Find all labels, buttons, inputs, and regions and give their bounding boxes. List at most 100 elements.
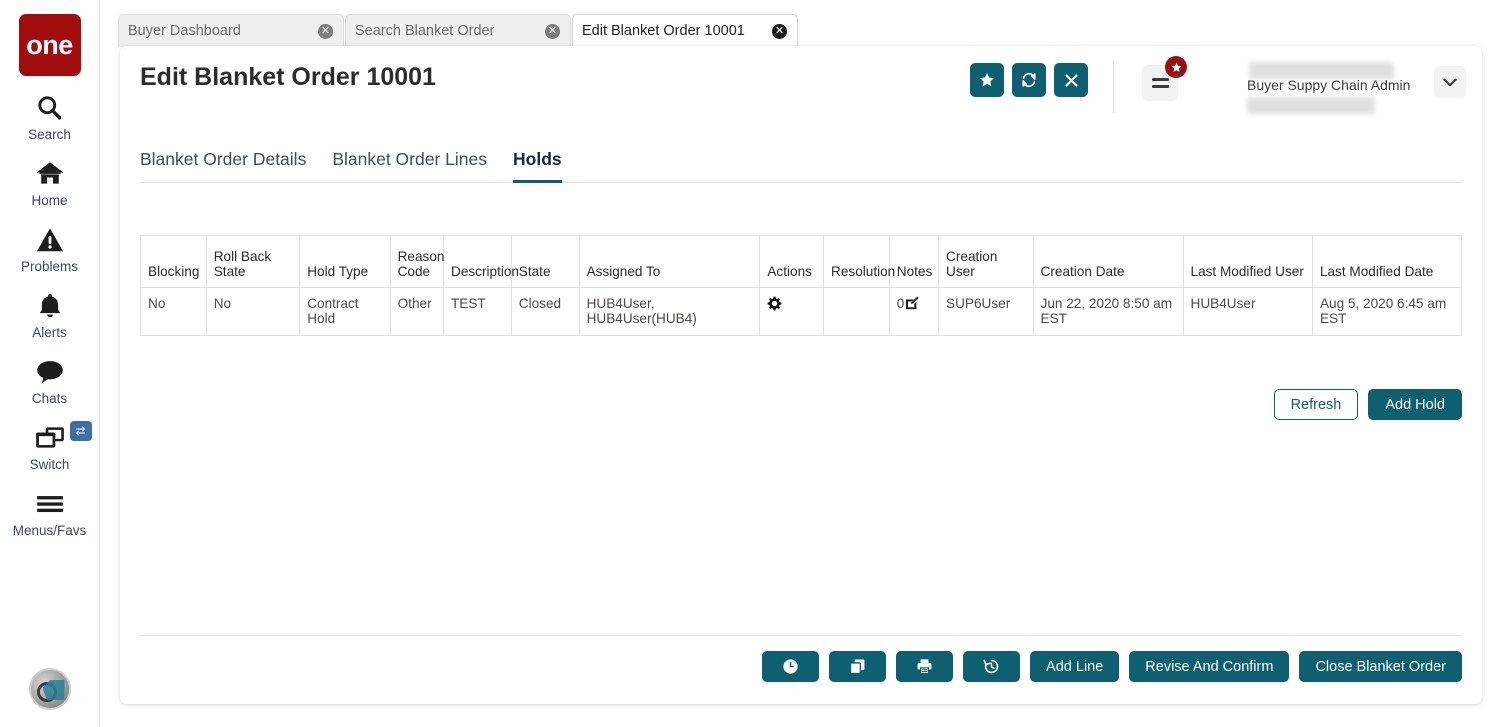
cell-description: TEST (444, 288, 512, 336)
col-roll-back-state[interactable]: Roll Back State (206, 236, 299, 288)
close-icon[interactable]: ✕ (772, 24, 787, 39)
clock-icon (782, 658, 799, 675)
copy-button[interactable] (829, 651, 886, 682)
user-menu-chevron-down-icon[interactable] (1434, 66, 1466, 98)
close-button[interactable] (1054, 63, 1088, 97)
tab-strip: Buyer Dashboard ✕ Search Blanket Order ✕… (118, 14, 799, 47)
page-title: Edit Blanket Order 10001 (140, 63, 436, 92)
rail-item-problems[interactable]: Problems (0, 223, 100, 274)
cell-roll-back-state: No (206, 288, 299, 336)
col-last-modified-date[interactable]: Last Modified Date (1312, 236, 1461, 288)
tab-label: Search Blanket Order (355, 23, 545, 39)
cell-notes[interactable]: 0 (889, 288, 938, 336)
table-action-group: Refresh Add Hold (1274, 389, 1462, 420)
tab-label: Edit Blanket Order 10001 (582, 23, 772, 39)
col-state[interactable]: State (511, 236, 579, 288)
rail-label-problems: Problems (21, 259, 78, 274)
tab-edit-blanket-order[interactable]: Edit Blanket Order 10001 ✕ (572, 14, 798, 47)
user-avatar-button[interactable] (29, 668, 71, 710)
section-tabs: Blanket Order Details Blanket Order Line… (140, 149, 1462, 183)
col-notes[interactable]: Notes (889, 236, 938, 288)
star-icon (979, 72, 995, 88)
col-resolution[interactable]: Resolution (824, 236, 890, 288)
tab-blanket-order-details[interactable]: Blanket Order Details (140, 149, 306, 182)
rail-label-chats: Chats (32, 391, 67, 406)
rail-item-switch[interactable]: ⇄ Switch (0, 421, 100, 472)
cell-creation-user: SUP6User (939, 288, 1034, 336)
app-logo[interactable]: one (19, 14, 81, 76)
close-icon[interactable]: ✕ (318, 24, 333, 39)
rail-item-chats[interactable]: Chats (0, 355, 100, 406)
close-icon[interactable]: ✕ (545, 24, 560, 39)
table-header-row: Blocking Roll Back State Hold Type Reaso… (141, 236, 1462, 288)
notes-count: 0 (897, 296, 905, 311)
cell-actions[interactable] (760, 288, 824, 336)
edit-note-icon[interactable] (905, 296, 919, 310)
refresh-button[interactable]: Refresh (1274, 389, 1359, 420)
header-divider (1113, 61, 1114, 113)
bell-icon (37, 289, 63, 322)
cell-resolution (824, 288, 890, 336)
search-icon (36, 91, 63, 124)
col-hold-type[interactable]: Hold Type (300, 236, 390, 288)
tab-buyer-dashboard[interactable]: Buyer Dashboard ✕ (118, 14, 344, 47)
left-nav-rail: one Search Home Problems Alerts (0, 0, 100, 727)
windows-stack-icon (34, 421, 66, 454)
avatar (29, 668, 71, 710)
col-creation-date[interactable]: Creation Date (1033, 236, 1183, 288)
cell-creation-date: Jun 22, 2020 8:50 am EST (1033, 288, 1183, 336)
col-description[interactable]: Description (444, 236, 512, 288)
rail-label-alerts: Alerts (32, 325, 67, 340)
history-button[interactable] (963, 651, 1020, 682)
switch-badge-icon[interactable]: ⇄ (70, 421, 92, 441)
tab-blanket-order-lines[interactable]: Blanket Order Lines (332, 149, 487, 182)
star-icon (1171, 62, 1182, 73)
print-button[interactable] (896, 651, 953, 682)
cell-blocking: No (141, 288, 207, 336)
history-icon (983, 658, 1000, 675)
favorite-button[interactable] (970, 63, 1004, 97)
cell-reason-code: Other (390, 288, 443, 336)
cell-last-modified-user: HUB4User (1183, 288, 1312, 336)
close-icon (1064, 73, 1079, 88)
clock-button[interactable] (762, 651, 819, 682)
cell-hold-type: Contract Hold (300, 288, 390, 336)
main-card: Edit Blanket Order 10001 (120, 46, 1482, 704)
table-row[interactable]: No No Contract Hold Other TEST Closed HU… (141, 288, 1462, 336)
hamburger-icon (35, 487, 65, 520)
col-creation-user[interactable]: Creation User (939, 236, 1034, 288)
rail-item-search[interactable]: Search (0, 91, 100, 142)
copy-icon (849, 658, 866, 675)
rail-item-home[interactable]: Home (0, 157, 100, 208)
refresh-icon (1020, 71, 1038, 89)
close-blanket-order-button[interactable]: Close Blanket Order (1299, 651, 1462, 682)
user-info[interactable]: Buyer Suppy Chain Admin (1233, 58, 1463, 106)
cell-state: Closed (511, 288, 579, 336)
rail-label-home: Home (31, 193, 67, 208)
app-root: one Search Home Problems Alerts (0, 0, 1504, 727)
refresh-button[interactable] (1012, 63, 1046, 97)
col-blocking[interactable]: Blocking (141, 236, 207, 288)
col-reason-code[interactable]: Reason Code (390, 236, 443, 288)
tab-holds[interactable]: Holds (513, 149, 562, 182)
cell-last-modified-date: Aug 5, 2020 6:45 am EST (1312, 288, 1461, 336)
rail-item-alerts[interactable]: Alerts (0, 289, 100, 340)
gear-icon[interactable] (767, 296, 816, 311)
rail-label-search: Search (28, 127, 71, 142)
rail-item-menus-favs[interactable]: Menus/Favs (0, 487, 100, 538)
col-actions[interactable]: Actions (760, 236, 824, 288)
home-icon (35, 157, 65, 190)
col-assigned-to[interactable]: Assigned To (579, 236, 760, 288)
rail-label-switch: Switch (30, 457, 70, 472)
col-last-modified-user[interactable]: Last Modified User (1183, 236, 1312, 288)
tab-label: Buyer Dashboard (128, 23, 318, 39)
warning-triangle-icon (36, 223, 64, 256)
user-role-label: Buyer Suppy Chain Admin (1247, 77, 1447, 93)
redacted-bar-bottom (1247, 97, 1375, 114)
footer-action-bar: Add Line Revise And Confirm Close Blanke… (140, 635, 1462, 682)
revise-and-confirm-button[interactable]: Revise And Confirm (1129, 651, 1289, 682)
tab-search-blanket-order[interactable]: Search Blanket Order ✕ (345, 14, 571, 47)
quick-menu-button[interactable] (1142, 65, 1178, 101)
add-hold-button[interactable]: Add Hold (1368, 389, 1462, 420)
add-line-button[interactable]: Add Line (1030, 651, 1119, 682)
